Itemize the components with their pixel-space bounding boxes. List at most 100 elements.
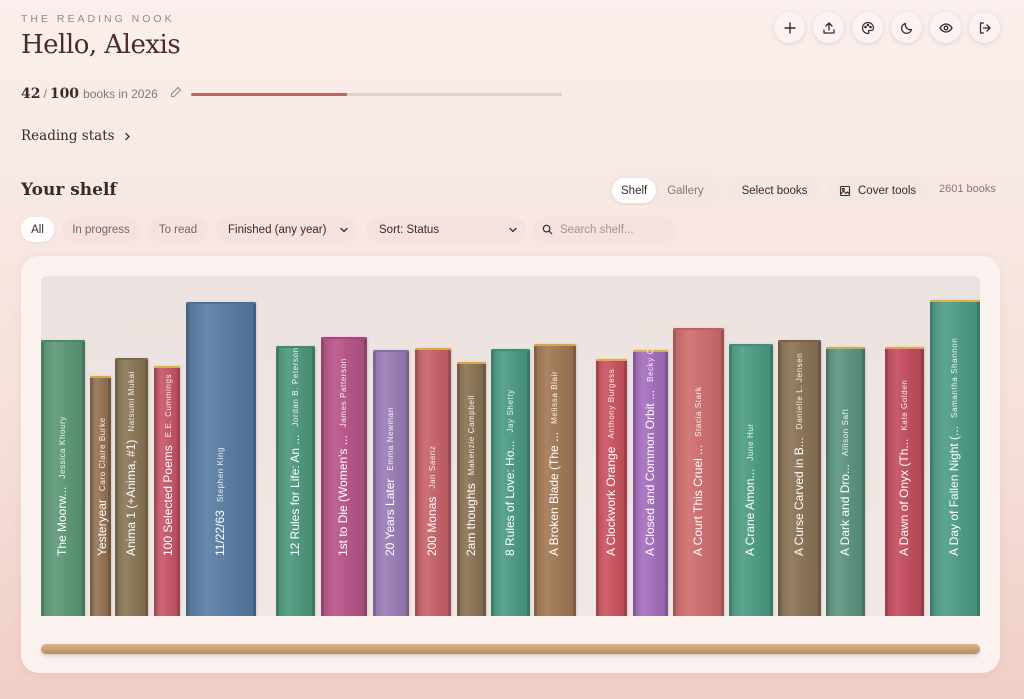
book-spine[interactable]: 12 Rules for Life: An ... Jordan B. Peter… — [276, 346, 315, 616]
book-spine-text: Anima 1 (+Anima, #1) Natsumi Mukai — [124, 371, 138, 556]
book-spine-text: 11/22/63 Stephen King — [213, 447, 227, 556]
book-author: Natsumi Mukai — [126, 370, 135, 432]
search-icon — [542, 224, 553, 235]
book-band — [930, 300, 980, 302]
goal-total: 100 — [49, 86, 80, 102]
reading-stats-label: Reading stats — [21, 128, 115, 144]
preview-button[interactable] — [930, 12, 961, 43]
book-title: A Day of Fallen Night (... — [947, 425, 961, 556]
book-spine-text: A Clockwork Orange Anthony Burgess — [604, 369, 618, 556]
shelf-search-input[interactable] — [560, 223, 670, 236]
add-book-button[interactable] — [774, 12, 805, 43]
book-spine[interactable]: A Clockwork Orange Anthony Burgess — [596, 359, 627, 616]
book-author: Caro Claire Burke — [97, 417, 107, 492]
book-spine[interactable]: Anima 1 (+Anima, #1) Natsumi Mukai — [115, 358, 148, 616]
book-spine[interactable]: Yesteryear Caro Claire Burke — [90, 376, 111, 616]
book-title: A Clockwork Orange — [603, 446, 618, 556]
reading-goal: 42 / 100 books in 2026 — [21, 86, 182, 102]
logout-button[interactable] — [969, 12, 1000, 43]
book-spine[interactable]: A Curse Carved in B... Danielle L. Jensen — [778, 340, 821, 616]
goal-progress-bar — [191, 93, 562, 96]
shelf-board — [41, 644, 980, 654]
book-author: James Patterson — [338, 358, 348, 428]
chevron-down-icon — [509, 227, 517, 232]
book-title: 200 Monas — [425, 496, 439, 556]
book-author: June Hur — [745, 423, 755, 461]
cover-tools-button[interactable]: Cover tools — [829, 176, 930, 205]
view-gallery-option[interactable]: Gallery — [658, 178, 712, 203]
dark-mode-button[interactable] — [891, 12, 922, 43]
book-spine-text: A Broken Blade (The ... Melissa Blair — [547, 371, 561, 556]
book-spine[interactable]: 20 Years Later Emma Newman — [373, 350, 409, 616]
book-band — [491, 349, 530, 351]
select-books-button[interactable]: Select books — [729, 176, 820, 205]
book-spine[interactable]: 100 Selected Poems E.E. Cummings — [154, 366, 180, 616]
sort-dropdown[interactable]: Sort: Status — [366, 217, 526, 242]
bookshelf: The Moorw... Jessica Khoury Yesteryear Caro… — [41, 276, 980, 616]
book-band — [41, 340, 85, 342]
book-band — [90, 376, 111, 378]
app-eyebrow: THE READING NOOK — [21, 13, 175, 25]
book-band — [186, 302, 256, 304]
view-toggle: Shelf Gallery — [609, 175, 721, 206]
plus-icon — [783, 21, 796, 34]
book-spine[interactable]: A Day of Fallen Night (... Samantha Shann… — [930, 300, 980, 616]
book-band — [673, 328, 724, 330]
book-author: Stephen King — [215, 446, 225, 503]
filter-all[interactable]: All — [21, 217, 54, 242]
book-spine[interactable]: A Court This Cruel ... Stacia Stark — [673, 328, 724, 616]
book-spine-text: The Moorw... Jessica Khoury — [55, 416, 69, 556]
book-title: A Curse Carved in B... — [791, 437, 806, 556]
goal-read-count: 42 — [21, 86, 41, 102]
filter-in-progress[interactable]: In progress — [62, 217, 140, 242]
theme-palette-button[interactable] — [852, 12, 883, 43]
book-spine-text: 200 Monas Jan Saenz — [425, 445, 439, 556]
book-spine[interactable]: A Closed and Common Orbit ... Becky Chamb… — [633, 350, 668, 616]
upload-button[interactable] — [813, 12, 844, 43]
book-spine[interactable]: 11/22/63 Stephen King — [186, 302, 256, 616]
book-spine-text: 20 Years Later Emma Newman — [383, 407, 397, 556]
book-author: Becky Chambers — [645, 350, 654, 382]
book-spine-text: 2am thoughts Makenzie Campbell — [464, 395, 478, 556]
book-spine[interactable]: A Crane Amon... June Hur — [729, 344, 773, 616]
book-spine-text: A Closed and Common Orbit ... Becky Chamb… — [643, 350, 657, 556]
chevron-down-icon — [340, 227, 348, 232]
book-spine-text: A Crane Amon... June Hur — [743, 423, 757, 556]
book-title: 2am thoughts — [464, 483, 479, 556]
book-spine-text: 12 Rules for Life: An ... Jordan B. Peter… — [288, 347, 302, 556]
finished-year-dropdown[interactable]: Finished (any year) — [215, 217, 357, 242]
book-author: Jessica Khoury — [57, 415, 67, 479]
book-spine[interactable]: 8 Rules of Love: Ho... Jay Shetty — [491, 349, 530, 616]
book-spine[interactable]: The Moorw... Jessica Khoury — [41, 340, 85, 616]
book-spine[interactable]: 200 Monas Jan Saenz — [415, 348, 451, 616]
book-author: Melissa Blair — [549, 370, 559, 424]
shelf-title: Your shelf — [21, 180, 117, 200]
book-title: 8 Rules of Love: Ho... — [502, 440, 517, 556]
book-spine[interactable]: A Dark and Dro... Allison Saft — [826, 347, 865, 616]
goal-progress-fill — [191, 93, 347, 96]
chevron-right-icon — [124, 132, 130, 140]
book-spine[interactable]: A Dawn of Onyx (Th... Kate Golden — [885, 347, 924, 616]
book-band — [534, 344, 576, 346]
book-band — [457, 362, 486, 364]
book-spine[interactable]: 2am thoughts Makenzie Campbell — [457, 362, 486, 616]
book-band — [115, 358, 148, 360]
pencil-icon[interactable] — [170, 86, 182, 98]
reading-stats-link[interactable]: Reading stats — [21, 128, 132, 144]
filter-to-read[interactable]: To read — [148, 217, 208, 242]
toolbar — [774, 12, 1000, 43]
book-title: Yesteryear — [95, 499, 110, 556]
book-author: Kate Golden — [899, 379, 908, 431]
book-spine-text: A Day of Fallen Night (... Samantha Shann… — [947, 338, 961, 556]
book-spine-text: A Dark and Dro... Allison Saft — [838, 409, 852, 556]
book-band — [154, 366, 180, 368]
book-spine[interactable]: 1st to Die (Women's ... James Patterson — [321, 337, 367, 616]
book-spine[interactable]: A Broken Blade (The ... Melissa Blair — [534, 344, 576, 616]
book-author: Jan Saenz — [427, 445, 437, 489]
book-spine-text: Yesteryear Caro Claire Burke — [95, 417, 109, 556]
book-count: 2601 books — [939, 183, 996, 195]
sort-value: Sort: Status — [379, 223, 440, 236]
book-title: The Moorw... — [55, 486, 69, 556]
cover-tools-label: Cover tools — [858, 184, 917, 197]
view-shelf-option[interactable]: Shelf — [612, 178, 657, 203]
